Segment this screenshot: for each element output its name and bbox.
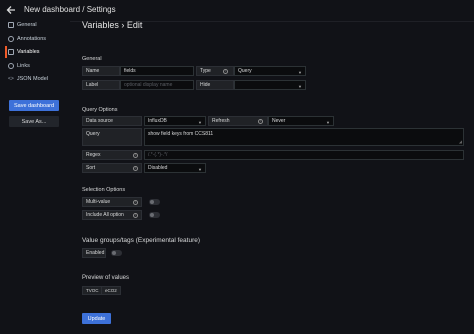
info-icon: i: [133, 165, 138, 171]
info-icon: i: [223, 68, 228, 74]
resize-handle-icon[interactable]: ◢: [459, 139, 462, 144]
toggle-knob: [112, 251, 116, 255]
query-text: show field keys from CCS811: [148, 131, 214, 137]
chevron-down-icon: ▼: [198, 120, 202, 125]
type-label: Type: [196, 66, 234, 76]
chevron-down-icon: ▼: [298, 70, 302, 75]
main-content: Variables › Edit General Name fields Typ…: [70, 14, 474, 334]
datasource-select[interactable]: InfluxDB ▼: [144, 116, 206, 126]
refresh-select[interactable]: Never ▼: [268, 116, 334, 126]
grid-icon: [8, 49, 14, 55]
info-icon: i: [133, 199, 138, 205]
sidebar-item-variables[interactable]: Variables: [8, 46, 40, 58]
name-input[interactable]: fields: [120, 66, 194, 76]
preview-value: TVOC: [82, 286, 103, 295]
link-icon: [8, 63, 14, 69]
sliders-icon: [8, 22, 14, 28]
page-header-title: New dashboard / Settings: [24, 5, 116, 14]
preview-value: eCO2: [101, 286, 121, 295]
chevron-down-icon: ▼: [298, 84, 302, 89]
info-icon: i: [133, 152, 138, 158]
page-title: Variables › Edit: [82, 20, 143, 30]
chevron-down-icon: ▼: [326, 120, 330, 125]
query-textarea[interactable]: show field keys from CCS811 ◢: [144, 128, 464, 146]
type-select-value: Query: [238, 68, 252, 74]
label-input[interactable]: optional display name: [120, 80, 194, 90]
toggle-knob: [150, 213, 154, 217]
hide-select[interactable]: ▼: [234, 80, 306, 90]
hide-label: Hide: [196, 80, 234, 90]
save-as-button[interactable]: Save As...: [9, 116, 59, 127]
include-all-toggle[interactable]: [149, 212, 160, 218]
datasource-label: Data source: [82, 116, 142, 126]
chevron-down-icon: ▼: [198, 167, 202, 172]
section-value-groups: Value groups/tags (Experimental feature): [82, 237, 201, 244]
regex-input[interactable]: /.*-(.*)-.*/: [144, 150, 464, 160]
datasource-select-value: InfluxDB: [148, 118, 167, 124]
type-select[interactable]: Query ▼: [234, 66, 306, 76]
info-icon: i: [133, 212, 138, 218]
value-groups-toggle[interactable]: [111, 250, 122, 256]
sidebar-item-json-model[interactable]: <> JSON Model: [8, 73, 48, 85]
query-label: Query: [82, 128, 142, 146]
section-general: General: [82, 56, 102, 62]
name-label: Name: [82, 66, 120, 76]
sidebar-item-label: Links: [17, 63, 30, 69]
sidebar-item-annotations[interactable]: Annotations: [8, 33, 46, 45]
settings-sidebar: General Annotations Variables Links <> J…: [0, 14, 70, 334]
multi-value-toggle[interactable]: [149, 199, 160, 205]
sidebar-item-label: Annotations: [17, 36, 47, 42]
refresh-select-value: Never: [272, 118, 286, 124]
save-dashboard-button[interactable]: Save dashboard: [9, 100, 59, 111]
enabled-label: Enabled: [82, 248, 106, 258]
sort-select-value: Disabled: [148, 165, 168, 171]
code-icon: <>: [8, 76, 14, 82]
sort-select[interactable]: Disabled ▼: [144, 163, 206, 173]
sidebar-item-links[interactable]: Links: [8, 60, 30, 72]
info-icon: i: [258, 118, 263, 124]
sidebar-item-label: JSON Model: [16, 76, 49, 82]
sidebar-item-label: Variables: [17, 49, 40, 55]
section-selection-options: Selection Options: [82, 187, 126, 193]
sidebar-item-label: General: [17, 22, 37, 28]
section-preview: Preview of values: [82, 275, 130, 281]
toggle-knob: [150, 200, 154, 204]
update-button[interactable]: Update: [82, 313, 111, 324]
sidebar-item-general[interactable]: General: [8, 19, 37, 31]
comment-icon: [8, 36, 14, 42]
label-label: Label: [82, 80, 120, 90]
section-query-options: Query Options: [82, 107, 118, 113]
active-indicator: [5, 46, 7, 58]
